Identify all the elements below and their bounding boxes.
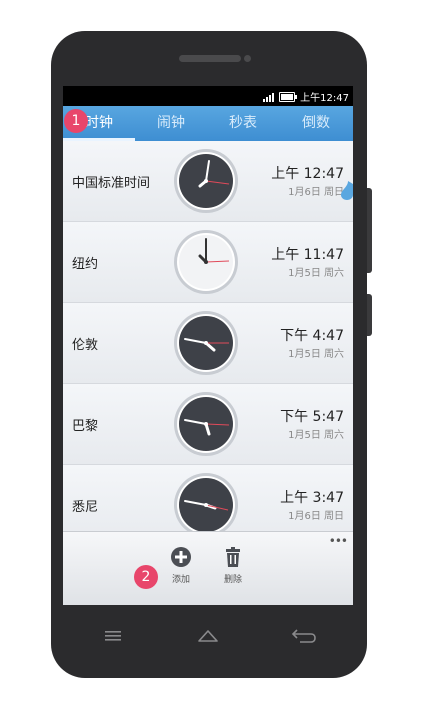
list-item[interactable]: 纽约 上午 11:47 1月5日 周六 <box>63 222 353 303</box>
list-item[interactable]: 伦敦 下午 4:47 1月5日 周六 <box>63 303 353 384</box>
tab-countdown[interactable]: 倒数 <box>279 106 353 141</box>
phone-frame: 上午12:47 时钟 闹钟 秒表 倒数 中国标准时间 上午 12:47 1月6日… <box>51 31 372 678</box>
list-item[interactable]: 悉尼 上午 3:47 1月6日 周日 <box>63 465 353 531</box>
city-name: 伦敦 <box>72 338 99 353</box>
local-time: 下午 5:47 <box>280 409 344 425</box>
local-time: 上午 11:47 <box>271 247 344 263</box>
analog-clock-icon <box>174 311 238 375</box>
city-name: 纽约 <box>72 257 99 272</box>
local-date: 1月6日 周日 <box>288 511 344 522</box>
city-name: 中国标准时间 <box>72 176 151 191</box>
tab-bar: 时钟 闹钟 秒表 倒数 <box>63 106 353 141</box>
analog-clock-icon <box>174 149 238 213</box>
back-arrow-icon[interactable] <box>291 629 317 643</box>
water-drop-icon <box>341 181 353 200</box>
analog-clock-icon <box>174 473 238 531</box>
status-bar: 上午12:47 <box>63 86 353 106</box>
add-button[interactable]: 添加 <box>161 546 201 585</box>
tab-stopwatch[interactable]: 秒表 <box>207 106 279 141</box>
list-item[interactable]: 中国标准时间 上午 12:47 1月6日 周日 <box>63 141 353 222</box>
analog-clock-icon <box>174 230 238 294</box>
trash-icon <box>226 547 240 567</box>
local-time: 下午 4:47 <box>280 328 344 344</box>
local-date: 1月5日 周六 <box>288 430 344 441</box>
local-time: 上午 12:47 <box>271 166 344 182</box>
local-date: 1月5日 周六 <box>288 349 344 360</box>
world-clock-list: 中国标准时间 上午 12:47 1月6日 周日 纽约 上午 11:47 1月5日… <box>63 141 353 531</box>
step-badge-2: 2 <box>134 565 158 589</box>
menu-icon[interactable] <box>103 629 123 643</box>
screen: 上午12:47 时钟 闹钟 秒表 倒数 中国标准时间 上午 12:47 1月6日… <box>63 86 353 605</box>
step-badge-1: 1 <box>64 109 88 133</box>
list-item[interactable]: 巴黎 下午 5:47 1月5日 周六 <box>63 384 353 465</box>
city-name: 悉尼 <box>72 500 99 515</box>
volume-button <box>367 294 372 336</box>
add-label: 添加 <box>171 575 190 585</box>
status-time: 上午12:47 <box>300 93 349 104</box>
speaker-grille <box>179 55 241 62</box>
front-camera <box>244 55 251 62</box>
battery-icon <box>279 91 298 102</box>
home-icon[interactable] <box>197 629 219 643</box>
local-time: 上午 3:47 <box>280 490 344 506</box>
signal-icon <box>263 92 275 102</box>
power-button <box>367 188 372 273</box>
tab-alarm[interactable]: 闹钟 <box>135 106 207 141</box>
more-dots-icon[interactable]: ••• <box>329 535 348 547</box>
local-date: 1月6日 周日 <box>288 187 344 198</box>
city-name: 巴黎 <box>72 419 99 434</box>
local-date: 1月5日 周六 <box>288 268 344 279</box>
bottom-toolbar: 添加 删除 ••• <box>63 531 353 605</box>
plus-circle-icon <box>171 547 191 567</box>
delete-label: 删除 <box>223 575 242 585</box>
delete-button[interactable]: 删除 <box>213 546 253 585</box>
analog-clock-icon <box>174 392 238 456</box>
